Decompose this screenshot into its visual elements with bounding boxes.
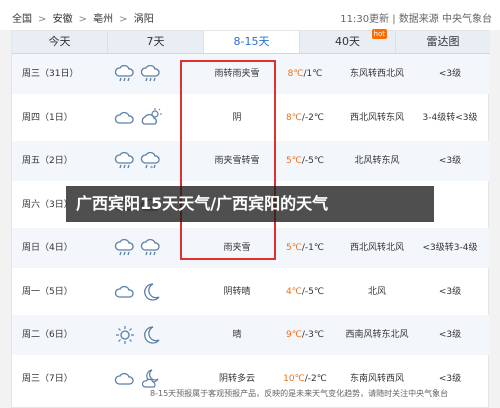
weather-desc: 雨夹雪转雪	[214, 156, 260, 166]
cloud-sleet-icon: *	[140, 151, 162, 171]
wind-level: <3级	[438, 156, 462, 166]
wind-direction: 西南风转东北风	[345, 330, 409, 340]
wind-direction: 西北风转北风	[349, 243, 404, 253]
day-label: 周日（4日）	[22, 243, 73, 253]
top-bar: 全国 > 安徽 > 亳州 > 涡阳 11:30更新 | 数据来源 中央气象台	[0, 0, 500, 30]
temp-low: /-3℃	[301, 330, 324, 340]
moon-cloud-icon	[140, 368, 162, 389]
forecast-row: 周一（5日） 阴转晴 4℃/-5℃ 北风 <3级	[12, 272, 490, 312]
cloud-rain-icon	[114, 238, 136, 258]
weather-desc: 晴	[232, 330, 242, 340]
weather-desc: 阴	[232, 112, 242, 123]
tab-7days[interactable]: 7天	[108, 31, 204, 53]
weather-desc: 雨转雨夹雪	[214, 69, 260, 79]
tab-40days-label: 40天	[335, 35, 360, 48]
forecast-tabs: 今天 7天 8-15天 40天 hot 雷达图	[12, 29, 490, 54]
day-label: 周三（7日）	[22, 373, 73, 384]
temperature: 9℃/-3℃	[270, 315, 340, 355]
temperature: 8℃/1℃	[270, 54, 340, 94]
cloud-icon	[114, 369, 136, 389]
svg-text:*: *	[150, 165, 153, 171]
temp-high: 9℃	[286, 330, 302, 340]
forecast-row: 周二（6日） 晴 9℃/-3℃ 西南风转东北风 <3级	[12, 315, 490, 355]
temp-high: 10℃	[283, 373, 305, 384]
forecast-row: 周五（2日） * 雨夹雪转雪 5℃/-5℃ 北风转东风 <3级	[12, 141, 490, 181]
temp-low: /-2℃	[304, 373, 327, 384]
breadcrumb-item-city[interactable]: 亳州	[93, 14, 113, 25]
wind-level: 3-4级转<3级	[422, 112, 478, 123]
day-label: 周三（31日）	[22, 69, 79, 79]
temp-high: 5℃	[286, 156, 302, 166]
day-label: 周五（2日）	[22, 156, 73, 166]
wind-level: <3级	[438, 69, 462, 79]
cloud-rain-icon	[140, 238, 162, 258]
temp-high: 8℃	[287, 69, 304, 79]
day-label: 周二（6日）	[22, 330, 73, 340]
cloud-sun-icon	[140, 107, 162, 128]
wind-direction: 北风	[367, 286, 386, 297]
temp-high: 5℃	[286, 243, 302, 253]
sun-icon	[114, 325, 136, 345]
temp-low: /-5℃	[301, 156, 324, 166]
wind-direction: 西北风转东风	[349, 112, 404, 123]
cloud-icon	[114, 282, 136, 302]
moon-icon	[140, 282, 162, 302]
cloud-icon	[114, 108, 136, 128]
breadcrumb-item-national[interactable]: 全国	[12, 14, 32, 25]
forecast-row: 周四（1日） 阴 8℃/-2℃ 西北风转东风 3-4级转<3级	[12, 98, 490, 138]
temp-low: /-5℃	[301, 286, 324, 297]
temp-low: /1℃	[303, 69, 323, 79]
tab-radar[interactable]: 雷达图	[396, 31, 490, 53]
day-label: 周四（1日）	[22, 112, 73, 123]
temperature: 5℃/-1℃	[270, 228, 340, 268]
temperature: 8℃/-2℃	[270, 98, 340, 138]
temp-high: 8℃	[286, 112, 302, 123]
tab-40days[interactable]: 40天 hot	[300, 29, 396, 53]
wind-direction: 东风转西北风	[349, 69, 404, 79]
update-divider: |	[392, 14, 396, 25]
day-label: 周一（5日）	[22, 286, 73, 297]
wind-level: <3级	[438, 286, 462, 297]
tab-today[interactable]: 今天	[12, 31, 108, 53]
tab-8-15days[interactable]: 8-15天	[204, 31, 300, 53]
temperature: 4℃/-5℃	[270, 272, 340, 312]
hot-badge: hot	[371, 29, 387, 39]
weather-desc: 阴转晴	[223, 286, 251, 297]
forecast-row: 周日（4日） 雨夹雪 5℃/-1℃ 西北风转北风 <3级转3-4级	[12, 228, 490, 268]
weather-desc: 雨夹雪	[223, 243, 251, 253]
temperature: 5℃/-5℃	[270, 141, 340, 181]
breadcrumb-separator: >	[119, 14, 128, 25]
temp-low: /-2℃	[301, 112, 324, 123]
cloud-rain-icon	[114, 151, 136, 171]
update-time: 11:30更新	[340, 14, 390, 25]
wind-level: <3级转3-4级	[422, 243, 478, 253]
cloud-rain-icon	[140, 64, 162, 84]
breadcrumb-item-province[interactable]: 安徽	[53, 14, 73, 25]
temp-low: /-1℃	[301, 243, 324, 253]
moon-icon	[140, 325, 162, 345]
breadcrumb: 全国 > 安徽 > 亳州 > 涡阳	[12, 10, 157, 25]
breadcrumb-item-county[interactable]: 涡阳	[134, 14, 154, 25]
cloud-rain-icon	[114, 64, 136, 84]
forecast-row: 周三（31日） 雨转雨夹雪 8℃/1℃ 东风转西北风 <3级	[12, 54, 490, 94]
temp-high: 4℃	[286, 286, 302, 297]
data-source: 数据来源 中央气象台	[398, 14, 492, 25]
update-info: 11:30更新 | 数据来源 中央气象台	[340, 10, 492, 25]
wind-direction: 北风转东风	[354, 156, 400, 166]
breadcrumb-separator: >	[78, 14, 87, 25]
breadcrumb-separator: >	[38, 14, 47, 25]
wind-level: <3级	[438, 330, 462, 340]
article-title-banner: 广西宾阳15天天气/广西宾阳的天气	[66, 186, 434, 222]
forecast-note: 8-15天预报属于客观预报产品，反映的是未来天气变化趋势，请随时关注中央气象台	[150, 389, 449, 398]
